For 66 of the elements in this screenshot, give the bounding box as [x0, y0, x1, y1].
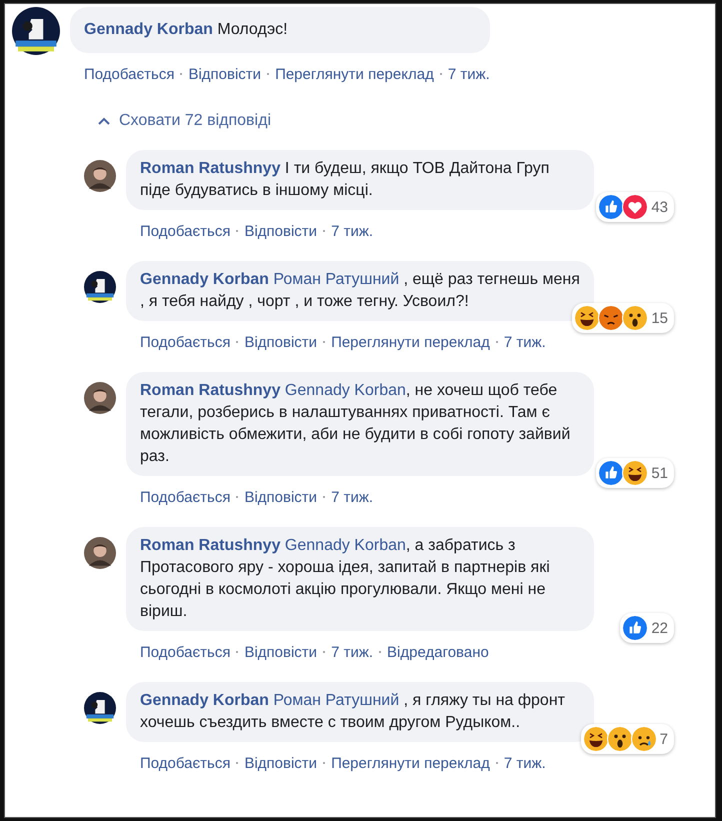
reaction-badge[interactable]: 43	[596, 192, 674, 222]
reaction-badge[interactable]: 22	[620, 613, 674, 643]
surprised-face-icon	[606, 726, 633, 752]
action-link[interactable]: Відповісти	[244, 754, 318, 772]
comment-text: Roman Ratushnyy Gennady Korban, а забратись з Протасового яру - хороша ідея, запитай в партнерів які сьогодні в космолоті акцію прогулювали. Якщо мені не віриш.	[140, 536, 551, 622]
action-text[interactable]: 7 тиж.	[331, 488, 374, 506]
action-text[interactable]: 7 тиж.	[504, 334, 546, 350]
action-link[interactable]: Переглянути переклад	[331, 754, 490, 772]
action-link[interactable]: Переглянути переклад	[275, 66, 434, 82]
comment-text: Gennady Korban Молодэс!	[84, 20, 289, 40]
comment-text: Gennady Korban Роман Ратушний , я гляжу ты на фронт хочешь съездить вместе с твоим другом Рудыком..	[140, 691, 566, 733]
author-link[interactable]: Roman Ratushnyy	[140, 537, 280, 554]
action-text[interactable]: 7 тиж.	[504, 754, 546, 772]
action-link[interactable]: Відповісти	[244, 488, 318, 506]
avatar[interactable]	[84, 692, 116, 724]
crying-face-icon	[630, 726, 657, 752]
reaction-count: 22	[651, 620, 668, 636]
laughing-face-icon	[582, 726, 609, 752]
author-link[interactable]: Roman Ratushnyy	[140, 382, 280, 399]
action-link[interactable]: Подобається	[84, 66, 174, 82]
action-link[interactable]: Відповісти	[244, 334, 318, 350]
action-link[interactable]: Подобається	[140, 644, 230, 660]
reaction-count: 7	[660, 730, 668, 748]
action-link[interactable]: Подобається	[140, 488, 230, 506]
avatar[interactable]	[84, 382, 116, 414]
reaction-badge[interactable]: 15	[572, 303, 674, 333]
author-link[interactable]: Gennady Korban	[140, 271, 269, 288]
action-link[interactable]: Переглянути переклад	[331, 334, 490, 350]
action-link[interactable]: Подобається	[140, 754, 230, 772]
author-link[interactable]: Gennady Korban	[140, 692, 269, 709]
mention-link[interactable]: Gennady Korban	[284, 537, 406, 554]
action-text[interactable]: Відредаговано	[387, 644, 489, 660]
reaction-badge[interactable]: 7	[580, 724, 674, 754]
action-text[interactable]: 7 тиж.	[331, 222, 374, 240]
reaction-badge[interactable]: 51	[596, 458, 674, 488]
mention-link[interactable]: Роман Ратушний	[273, 271, 400, 288]
thumbs-up-icon	[598, 194, 624, 220]
reaction-count: 43	[651, 198, 668, 216]
reaction-count: 51	[651, 464, 668, 482]
avatar[interactable]	[84, 537, 116, 569]
comment-text: Roman Ratushnyy І ти будеш, якщо ТОВ Дайтона Груп піде будуватись в іншому місці.	[140, 159, 550, 201]
author-link[interactable]: Gennady Korban	[84, 21, 213, 38]
mention-link[interactable]: Роман Ратушний	[273, 692, 400, 709]
hide-replies-link[interactable]: Сховати 72 відповіді	[98, 112, 271, 130]
angry-face-icon	[598, 305, 624, 331]
action-link[interactable]: 7 тиж.	[331, 644, 374, 660]
laughing-face-icon	[574, 305, 600, 331]
action-link[interactable]: Відповісти	[188, 66, 262, 82]
thumbs-up-icon	[598, 460, 624, 486]
avatar[interactable]	[84, 271, 116, 303]
heart-icon	[622, 194, 648, 220]
chevron-icon	[98, 117, 110, 125]
surprised-face-icon	[622, 305, 648, 331]
action-text[interactable]: 7 тиж.	[448, 66, 490, 82]
reaction-count: 15	[651, 310, 668, 326]
action-link[interactable]: Відповісти	[244, 644, 318, 660]
action-link[interactable]: Відповісти	[244, 222, 318, 240]
action-link[interactable]: Подобається	[140, 222, 230, 240]
avatar[interactable]	[12, 7, 60, 55]
author-link[interactable]: Roman Ratushnyy	[140, 160, 280, 177]
action-link[interactable]: Подобається	[140, 334, 230, 350]
avatar[interactable]	[84, 160, 116, 192]
laughing-face-icon	[622, 460, 648, 486]
mention-link[interactable]: Gennady Korban	[284, 382, 406, 399]
comment-text: Roman Ratushnyy Gennady Korban, не хочеш щоб тебе тегали, розберись в налаштуваннях приватності. Там є можливість обмежити, аби не будити в собі гопоту зайвий раз.	[140, 381, 572, 467]
thumbs-up-icon	[622, 615, 648, 641]
